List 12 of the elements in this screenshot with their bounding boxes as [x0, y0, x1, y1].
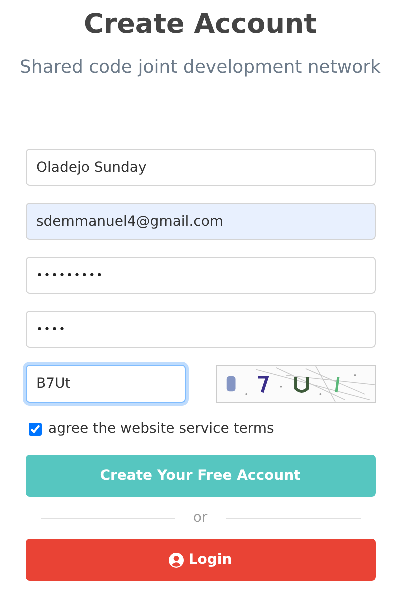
password-field[interactable]: ••••••••• [26, 257, 376, 294]
terms-checkbox[interactable] [28, 422, 42, 436]
input-field[interactable]: sdemmanuel4@gmail.com [26, 203, 376, 240]
login-button[interactable]: Login [26, 539, 376, 581]
captcha-field[interactable]: B7Ut [26, 365, 186, 403]
user-icon [168, 552, 184, 568]
input-field[interactable]: Oladejo Sunday [26, 149, 376, 186]
terms-label: agree the website service terms [48, 421, 274, 437]
page-title: Create Account [84, 8, 318, 42]
divider-text: or [192, 510, 209, 526]
page-subtitle: Shared code joint development network [20, 56, 381, 80]
password-field[interactable]: •••• [26, 311, 376, 348]
